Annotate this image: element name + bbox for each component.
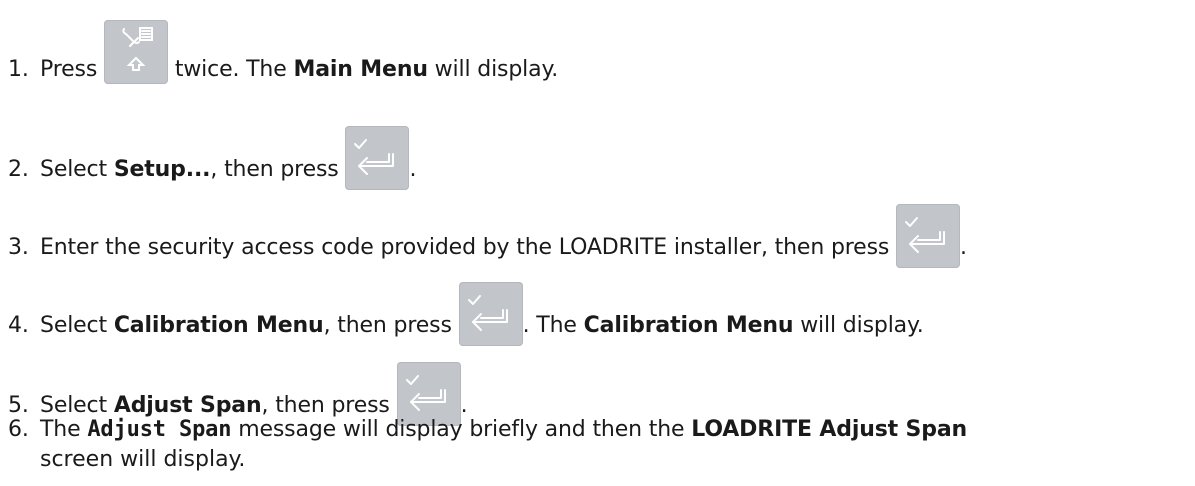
settings-shift-key-icon xyxy=(104,20,168,84)
step-text: Select xyxy=(40,393,114,418)
step-text: . The xyxy=(522,313,584,338)
menu-name: Main Menu xyxy=(293,57,428,82)
enter-key-icon xyxy=(896,204,961,268)
step-number: 1. xyxy=(8,57,29,82)
step-text: will display. xyxy=(427,57,559,82)
step-number: 4. xyxy=(8,313,29,338)
step-text: The xyxy=(40,417,88,442)
step-text: , then press xyxy=(323,313,452,338)
step-3: 3. Enter the security access code provide… xyxy=(8,204,967,268)
enter-key-icon xyxy=(345,126,410,190)
step-text: Select xyxy=(40,313,114,338)
step-6: 6. The Adjust Span message will display b… xyxy=(8,416,967,444)
menu-name: Adjust Span xyxy=(113,393,262,418)
menu-name: Setup... xyxy=(113,157,211,182)
step-number: 2. xyxy=(8,157,29,182)
step-text: Select xyxy=(40,157,114,182)
step-1: 1. Press twice. The Main Menu will displa… xyxy=(8,20,559,84)
menu-name: Calibration Menu xyxy=(113,313,324,338)
enter-key-icon xyxy=(458,282,523,346)
step-text: Press xyxy=(40,57,98,82)
step-text: twice. The xyxy=(168,57,294,82)
step-number: 6. xyxy=(8,417,29,442)
step-text: will display. xyxy=(793,313,924,338)
step-number: 3. xyxy=(8,235,29,260)
message-name: Adjust Span xyxy=(87,417,232,442)
menu-name: Calibration Menu xyxy=(583,313,794,338)
step-text: . xyxy=(460,393,468,418)
step-text: , then press xyxy=(261,393,390,418)
step-text: message will display briefly and then th… xyxy=(231,417,692,442)
screen-name: LOADRITE Adjust Span xyxy=(691,417,968,442)
step-4: 4. Select Calibration Menu, then press . … xyxy=(8,282,924,346)
step-text: . xyxy=(409,157,417,182)
step-text: Enter the security access code provided … xyxy=(40,235,890,260)
step-text: , then press xyxy=(210,157,339,182)
step-text: . xyxy=(960,235,967,260)
step-2: 2. Select Setup..., then press . xyxy=(8,126,416,190)
step-6-continuation: screen will display. xyxy=(40,447,246,472)
